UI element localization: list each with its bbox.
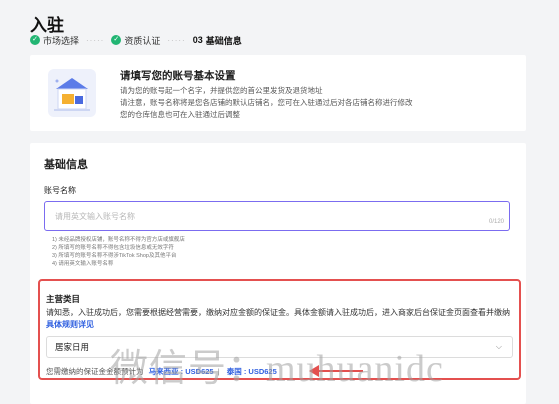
check-icon: ✓ bbox=[30, 35, 40, 45]
check-icon: ✓ bbox=[111, 35, 122, 45]
rules-link[interactable]: 具体规则详见 bbox=[46, 320, 94, 329]
step-divider: ····· bbox=[86, 35, 105, 45]
step-label: 基础信息 bbox=[205, 35, 242, 46]
shop-icon bbox=[48, 69, 96, 117]
category-selected-value: 居家日用 bbox=[55, 342, 90, 352]
watermark: 微信号：muhuanidc bbox=[110, 348, 444, 390]
intro-text: 您的仓库信息也可在入驻通过后调整 bbox=[120, 110, 240, 119]
char-counter: 0/120 bbox=[488, 219, 504, 225]
section-title: 基础信息 bbox=[44, 159, 88, 171]
intro-card: 请填写您的账号基本设置 请为您的账号起一个名字，并提供您的首公里发货及退货地址 … bbox=[30, 55, 526, 131]
category-description: 请知悉，入驻成功后，您需要根据经营需要，缴纳对应金额的保证金。具体金额请入驻成功… bbox=[46, 307, 514, 331]
intro-text: 请注意，账号名称将是您各店铺的默认店铺名，您可在入驻通过后对各店铺名称进行修改 bbox=[120, 98, 413, 107]
step-qualification: ✓ 资质认证 bbox=[111, 34, 160, 47]
intro-title: 请填写您的账号基本设置 bbox=[120, 70, 236, 82]
rule-text: 2) 所填写的账号名称不得包含垃圾信息或无效字符 bbox=[52, 245, 174, 251]
account-name-label: 账号名称 bbox=[44, 186, 76, 195]
step-divider: ····· bbox=[167, 35, 186, 45]
step-number: 03 bbox=[192, 35, 203, 45]
category-title: 主营类目 bbox=[46, 294, 81, 304]
rule-text: 3) 所填写的账号名称不得涉TikTok Shop及其他平台 bbox=[52, 253, 177, 259]
progress-steps: ✓ 市场选择 ····· ✓ 资质认证 ····· 03 基础信息 bbox=[30, 33, 242, 47]
step-label: 市场选择 bbox=[43, 35, 80, 46]
step-market: ✓ 市场选择 bbox=[30, 34, 79, 47]
chevron-down-icon: ⌵ bbox=[495, 342, 502, 351]
intro-text: 请为您的账号起一个名字，并提供您的首公里发货及退货地址 bbox=[120, 86, 323, 95]
step-label: 资质认证 bbox=[124, 35, 161, 46]
account-name-input[interactable] bbox=[44, 201, 510, 231]
category-desc-text: 请知悉，入驻成功后，您需要根据经营需要，缴纳对应金额的保证金。具体金额请入驻成功… bbox=[46, 308, 510, 317]
rule-text: 4) 请用英文输入账号名称 bbox=[52, 261, 114, 267]
step-basic-info: 03 基础信息 bbox=[193, 34, 242, 47]
rule-text: 1) 未经品牌授权店铺，账号名称不得为官方店或旗舰店 bbox=[52, 237, 185, 243]
